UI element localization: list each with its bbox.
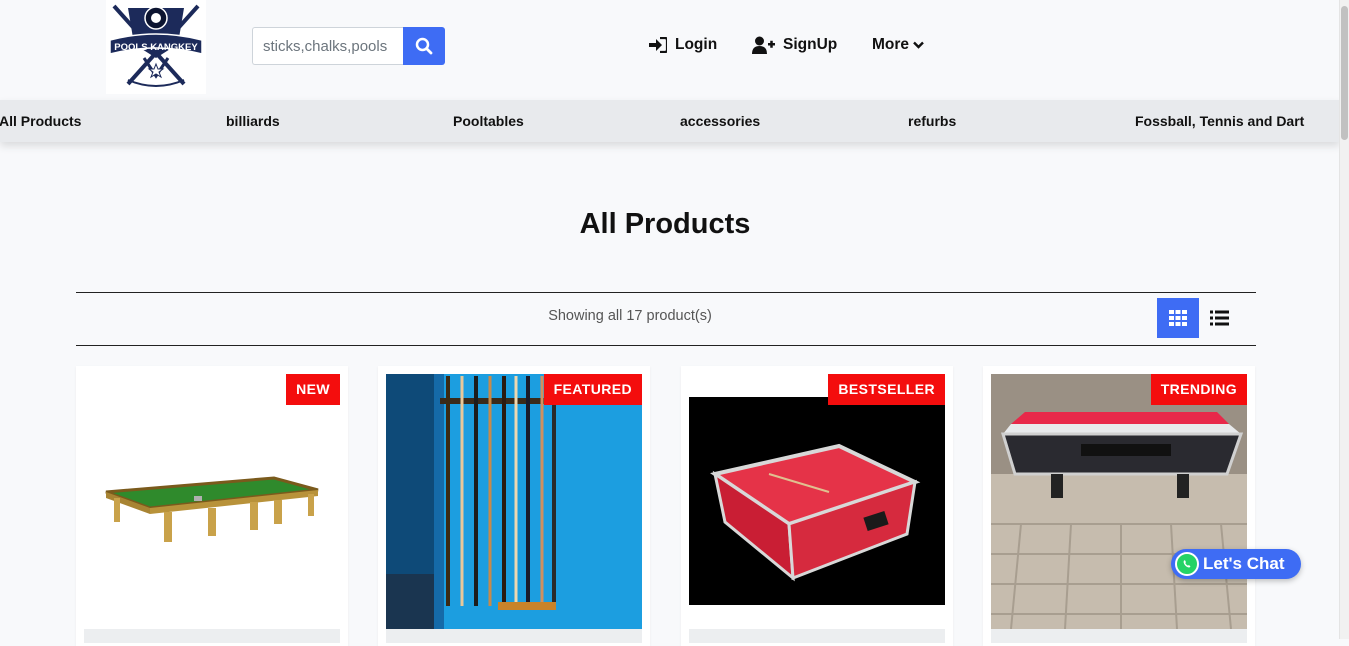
product-image-outdoor-pool-table[interactable] xyxy=(991,374,1247,629)
page-scrollbar[interactable] xyxy=(1339,0,1349,639)
more-label: More xyxy=(872,36,910,53)
product-image-cue-rack[interactable] xyxy=(386,374,642,629)
divider-bottom xyxy=(76,345,1256,346)
product-info-bar xyxy=(84,629,340,643)
category-all-products[interactable]: All Products xyxy=(0,100,81,142)
category-accessories[interactable]: accessories xyxy=(680,100,760,142)
more-dropdown[interactable]: More xyxy=(872,33,924,57)
list-view-icon xyxy=(1209,310,1229,326)
product-image-red-pool-table[interactable] xyxy=(689,374,945,629)
product-info-bar xyxy=(689,629,945,643)
user-plus-icon xyxy=(752,36,775,54)
header: POOLS KANGKEY Login SignUp xyxy=(0,0,1340,100)
category-nav: All Products billiards Pooltables access… xyxy=(0,100,1340,142)
product-info-bar xyxy=(386,629,642,643)
list-view-button[interactable] xyxy=(1203,298,1235,338)
category-billiards[interactable]: billiards xyxy=(226,100,280,142)
product-card[interactable]: TRENDING xyxy=(983,366,1255,646)
login-link[interactable]: Login xyxy=(649,33,717,57)
category-fossball-tennis-dart[interactable]: Fossball, Tennis and Dart xyxy=(1135,100,1304,142)
red-pool-table-image xyxy=(689,397,945,605)
grid-view-button[interactable] xyxy=(1157,298,1199,338)
snooker-table-image xyxy=(105,476,319,542)
search-bar xyxy=(252,27,445,65)
signup-link[interactable]: SignUp xyxy=(752,33,837,57)
product-image-snooker-table[interactable] xyxy=(84,374,340,629)
chevron-down-icon xyxy=(913,41,924,49)
product-card[interactable]: NEW xyxy=(76,366,348,646)
product-badge-trending: TRENDING xyxy=(1150,374,1247,405)
product-badge-bestseller: BESTSELLER xyxy=(828,374,945,405)
category-refurbs[interactable]: refurbs xyxy=(908,100,956,142)
product-card[interactable]: BESTSELLER xyxy=(681,366,953,646)
search-icon xyxy=(415,37,433,55)
search-input[interactable] xyxy=(252,27,403,65)
product-info-bar xyxy=(991,629,1247,643)
outdoor-pool-table-image xyxy=(991,374,1247,629)
cue-rack-image xyxy=(386,374,642,629)
product-card[interactable]: FEATURED xyxy=(378,366,650,646)
logo-text: POOLS KANGKEY xyxy=(114,42,198,53)
site-logo[interactable]: POOLS KANGKEY xyxy=(106,0,206,94)
divider-top xyxy=(76,292,1256,293)
sign-in-icon xyxy=(649,37,667,53)
billiard-logo-icon: POOLS KANGKEY xyxy=(109,4,203,87)
signup-label: SignUp xyxy=(783,36,838,53)
product-badge-new: NEW xyxy=(286,374,340,405)
product-badge-featured: FEATURED xyxy=(543,374,642,405)
grid-view-icon xyxy=(1169,310,1187,326)
scrollbar-thumb[interactable] xyxy=(1341,6,1348,140)
result-count: Showing all 17 product(s) xyxy=(548,308,712,324)
page-title: All Products xyxy=(579,208,751,240)
search-button[interactable] xyxy=(403,27,445,65)
lets-chat-button[interactable]: Let's Chat xyxy=(1171,549,1301,579)
chat-label: Let's Chat xyxy=(1203,554,1285,573)
category-pooltables[interactable]: Pooltables xyxy=(453,100,524,142)
whatsapp-icon xyxy=(1175,552,1199,576)
login-label: Login xyxy=(675,36,718,53)
